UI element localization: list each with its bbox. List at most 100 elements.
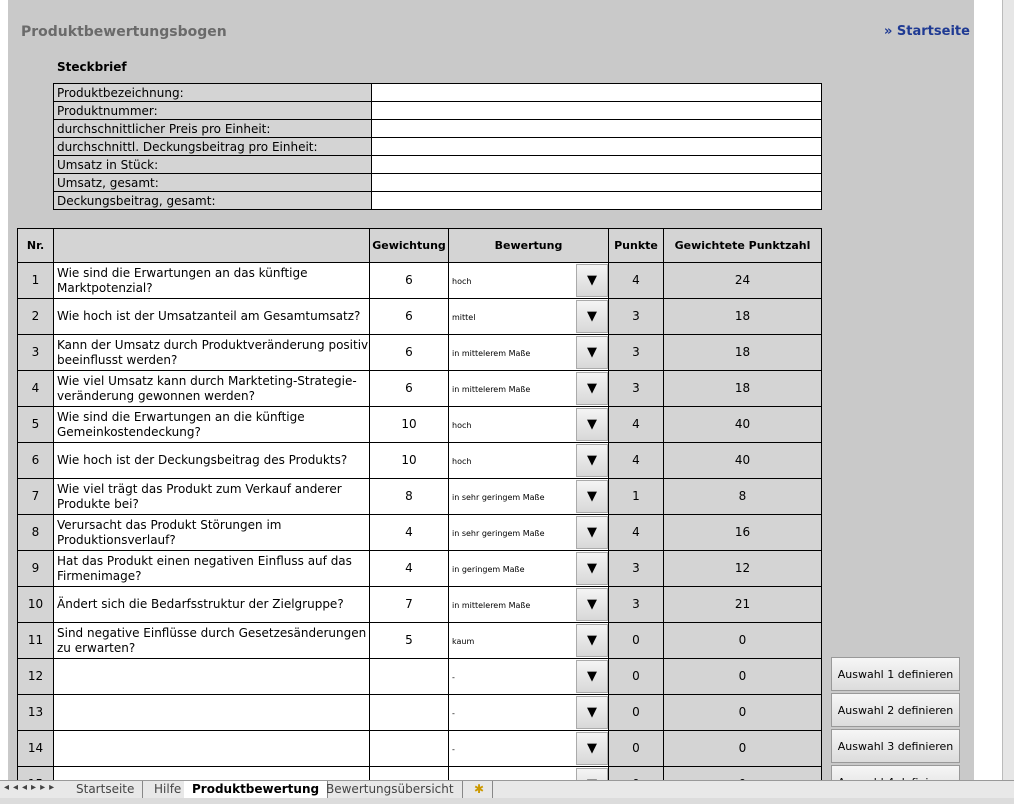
chevron-down-icon[interactable]: ▼ (576, 552, 608, 585)
rating-dropdown[interactable]: kaum ▼ (448, 622, 609, 659)
rating-dropdown[interactable]: hoch ▼ (448, 262, 609, 299)
chevron-down-icon[interactable]: ▼ (576, 516, 608, 549)
question-cell[interactable]: Wie viel Umsatz kann durch Markteting-St… (53, 370, 370, 407)
rating-value: hoch (452, 277, 472, 286)
vertical-scrollbar[interactable] (1002, 0, 1014, 780)
question-cell[interactable]: Verursacht das Produkt Störungen im Prod… (53, 514, 370, 551)
weight-cell[interactable] (369, 694, 449, 731)
weight-cell[interactable]: 7 (369, 586, 449, 623)
question-cell[interactable] (53, 730, 370, 767)
rating-dropdown[interactable]: in mittelerem Maße ▼ (448, 334, 609, 371)
chevron-down-icon[interactable]: ▼ (576, 336, 608, 369)
chevron-down-icon[interactable]: ▼ (576, 696, 608, 729)
rating-dropdown[interactable]: mittel ▼ (448, 298, 609, 335)
sheet-tab-bar: ◂◂◂▸▸▸ Startseite Hilfe Produktbewertung Be… (0, 780, 1014, 799)
rating-dropdown[interactable]: in sehr geringem Maße ▼ (448, 514, 609, 551)
question-cell[interactable]: Wie hoch ist der Umsatzanteil am Gesamtu… (53, 298, 370, 335)
question-cell[interactable]: Wie sind die Erwartungen an die künftige… (53, 406, 370, 443)
rating-dropdown[interactable]: hoch ▼ (448, 406, 609, 443)
define-selection-button[interactable]: Auswahl 1 definieren (831, 657, 960, 691)
table-row: 1 Wie sind die Erwartungen an das künfti… (17, 262, 822, 299)
sheet-tab[interactable]: Startseite (68, 781, 144, 798)
table-row: 13 - ▼ 0 0 (17, 694, 822, 731)
chevron-down-icon[interactable]: ▼ (576, 408, 608, 441)
question-cell[interactable]: Kann der Umsatz durch Produktveränderung… (53, 334, 370, 371)
weight-cell[interactable]: 10 (369, 442, 449, 479)
weighted-points-cell: 24 (663, 262, 822, 299)
weighted-points-cell: 16 (663, 514, 822, 551)
profile-row: Produktbezeichnung: (53, 83, 822, 102)
rating-value: in mittelerem Maße (452, 349, 531, 358)
question-cell[interactable]: Wie sind die Erwartungen an das künftige… (53, 262, 370, 299)
chevron-down-icon[interactable]: ▼ (576, 624, 608, 657)
rating-dropdown[interactable]: -▼ (448, 694, 609, 731)
weight-cell[interactable]: 6 (369, 334, 449, 371)
points-cell: 3 (608, 298, 664, 335)
header-question (53, 228, 370, 263)
chevron-down-icon[interactable]: ▼ (576, 732, 608, 765)
question-cell[interactable]: Sind negative Einflüsse durch Gesetzesän… (53, 622, 370, 659)
rating-dropdown[interactable]: in mittelerem Maße ▼ (448, 370, 609, 407)
rating-dropdown[interactable]: in mittelerem Maße ▼ (448, 586, 609, 623)
question-cell[interactable]: Wie hoch ist der Deckungsbeitrag des Pro… (53, 442, 370, 479)
insert-sheet-icon[interactable]: ✱ (466, 781, 494, 798)
profile-value-cell[interactable] (371, 101, 822, 120)
question-cell[interactable]: Ändert sich die Bedarfsstruktur der Ziel… (53, 586, 370, 623)
question-cell[interactable] (53, 694, 370, 731)
profile-label: Umsatz in Stück: (53, 155, 372, 174)
weighted-points-cell: 40 (663, 406, 822, 443)
weight-cell[interactable]: 4 (369, 514, 449, 551)
chevron-down-icon[interactable]: ▼ (576, 264, 608, 297)
weighted-points-cell: 0 (663, 694, 822, 731)
weight-cell[interactable]: 8 (369, 478, 449, 515)
row-number: 11 (17, 622, 54, 659)
question-cell[interactable]: Wie viel trägt das Produkt zum Verkauf a… (53, 478, 370, 515)
rating-dropdown[interactable]: hoch ▼ (448, 442, 609, 479)
chevron-down-icon[interactable]: ▼ (576, 480, 608, 513)
profile-value-cell[interactable] (371, 173, 822, 192)
profile-value-cell[interactable] (371, 119, 822, 138)
table-row: 4 Wie viel Umsatz kann durch Markteting-… (17, 370, 822, 407)
chevron-down-icon[interactable]: ▼ (576, 660, 608, 693)
rating-dropdown[interactable]: -▼ (448, 730, 609, 767)
table-row: 14 - ▼ 0 0 (17, 730, 822, 767)
weight-cell[interactable]: 6 (369, 298, 449, 335)
rating-dropdown[interactable]: in sehr geringem Maße ▼ (448, 478, 609, 515)
chevron-down-icon[interactable]: ▼ (576, 300, 608, 333)
profile-value-cell[interactable] (371, 137, 822, 156)
weighted-points-cell: 40 (663, 442, 822, 479)
define-selection-button[interactable]: Auswahl 2 definieren (831, 693, 960, 727)
profile-row: Umsatz in Stück: (53, 155, 822, 174)
points-cell: 4 (608, 406, 664, 443)
chevron-down-icon[interactable]: ▼ (576, 588, 608, 621)
tab-nav-arrows-icon[interactable]: ◂◂◂▸▸▸ (4, 782, 58, 793)
sheet-tab[interactable]: Produktbewertung (184, 781, 329, 798)
define-selection-button[interactable]: Auswahl 3 definieren (831, 729, 960, 763)
sheet-tab[interactable]: Bewertungsübersicht (318, 781, 463, 798)
profile-value-cell[interactable] (371, 191, 822, 210)
weight-cell[interactable] (369, 730, 449, 767)
weight-cell[interactable]: 6 (369, 262, 449, 299)
table-row: 2 Wie hoch ist der Umsatzanteil am Gesam… (17, 298, 822, 335)
weight-cell[interactable]: 6 (369, 370, 449, 407)
table-row: 8 Verursacht das Produkt Störungen im Pr… (17, 514, 822, 551)
question-cell[interactable] (53, 658, 370, 695)
profile-value-cell[interactable] (371, 155, 822, 174)
question-cell[interactable]: Hat das Produkt einen negativen Einfluss… (53, 550, 370, 587)
row-number: 3 (17, 334, 54, 371)
weight-cell[interactable]: 5 (369, 622, 449, 659)
startseite-link[interactable]: » Startseite (884, 24, 970, 39)
chevron-down-icon[interactable]: ▼ (576, 372, 608, 405)
points-cell: 3 (608, 586, 664, 623)
rating-dropdown[interactable]: -▼ (448, 658, 609, 695)
rating-value: kaum (452, 637, 475, 646)
weight-cell[interactable]: 10 (369, 406, 449, 443)
chevron-down-icon[interactable]: ▼ (576, 444, 608, 477)
weight-cell[interactable] (369, 658, 449, 695)
rating-value: in geringem Maße (452, 565, 525, 574)
profile-value-cell[interactable] (371, 83, 822, 102)
row-number: 5 (17, 406, 54, 443)
header-nr: Nr. (17, 228, 54, 263)
weight-cell[interactable]: 4 (369, 550, 449, 587)
rating-dropdown[interactable]: in geringem Maße ▼ (448, 550, 609, 587)
